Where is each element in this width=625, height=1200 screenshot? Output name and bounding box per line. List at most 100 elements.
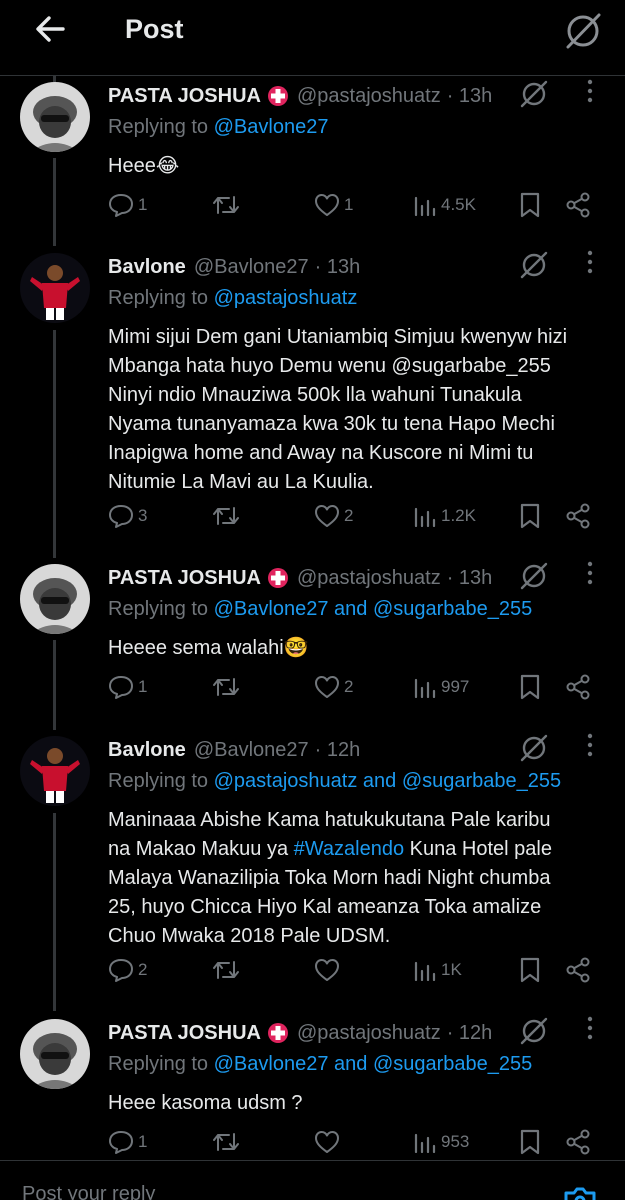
timestamp: · 12h — [314, 738, 361, 761]
like-button[interactable]: 1 — [314, 188, 353, 222]
grok-button[interactable] — [562, 10, 604, 52]
mention-link[interactable]: @sugarbabe_255 — [373, 598, 532, 620]
user-handle[interactable]: @pastajoshuatz — [297, 85, 441, 108]
replying-label: Replying to — [108, 770, 214, 792]
more-options-icon[interactable] — [585, 247, 595, 277]
reply-button[interactable]: 1 — [108, 670, 147, 704]
arrow-left-icon — [36, 16, 65, 42]
more-options-icon[interactable] — [585, 1013, 595, 1043]
avatar[interactable] — [20, 564, 90, 634]
bookmark-button[interactable] — [519, 1125, 541, 1159]
views-button[interactable]: 1K — [413, 953, 462, 987]
like-button[interactable] — [314, 1125, 344, 1159]
reply-input-placeholder[interactable]: Post your reply — [22, 1183, 155, 1200]
reply[interactable]: Bavlone @Bavlone27 · 12h Replying to @pa… — [0, 733, 625, 996]
display-name[interactable]: PASTA JOSHUA — [108, 567, 261, 590]
bookmark-icon — [520, 957, 540, 983]
views-button[interactable]: 997 — [413, 670, 469, 704]
avatar[interactable] — [20, 82, 90, 152]
more-options-icon[interactable] — [585, 558, 595, 588]
reply[interactable]: PASTA JOSHUA @pastajoshuatz · 12h Replyi… — [0, 1016, 625, 1159]
heart-icon — [315, 505, 339, 527]
repost-button[interactable] — [212, 670, 244, 704]
reply-button[interactable]: 1 — [108, 1125, 147, 1159]
reply[interactable]: Bavlone @Bavlone27 · 13h Replying to @pa… — [0, 250, 625, 543]
repost-button[interactable] — [212, 188, 244, 222]
heart-icon — [315, 194, 339, 216]
more-options-icon[interactable] — [585, 76, 595, 106]
mention-link[interactable]: @Bavlone27 — [214, 1053, 329, 1075]
grok-icon[interactable] — [518, 1015, 550, 1047]
timestamp: · 12h — [446, 1021, 493, 1044]
mention-link[interactable]: @Bavlone27 — [214, 116, 329, 138]
mention-link[interactable]: @sugarbabe_255 — [373, 1053, 532, 1075]
share-button[interactable] — [565, 1125, 591, 1159]
back-button[interactable] — [30, 12, 70, 46]
share-icon — [566, 674, 590, 700]
reply-meta: PASTA JOSHUA @pastajoshuatz · 13h — [108, 564, 492, 592]
like-button[interactable] — [314, 953, 344, 987]
reply-button[interactable]: 1 — [108, 188, 147, 222]
user-handle[interactable]: @Bavlone27 — [194, 256, 309, 279]
share-button[interactable] — [565, 499, 591, 533]
display-name[interactable]: PASTA JOSHUA — [108, 1022, 261, 1045]
share-button[interactable] — [565, 188, 591, 222]
user-handle[interactable]: @Bavlone27 — [194, 739, 309, 762]
avatar[interactable] — [20, 1019, 90, 1089]
reply[interactable]: PASTA JOSHUA @pastajoshuatz · 13h Replyi… — [0, 561, 625, 714]
avatar[interactable] — [20, 736, 90, 806]
reply-button[interactable]: 2 — [108, 953, 147, 987]
bookmark-icon — [520, 674, 540, 700]
bookmark-button[interactable] — [519, 499, 541, 533]
user-handle[interactable]: @pastajoshuatz — [297, 1022, 441, 1045]
camera-icon[interactable] — [560, 1185, 600, 1200]
bookmark-button[interactable] — [519, 188, 541, 222]
avatar[interactable] — [20, 253, 90, 323]
reply-text: Heee😂 — [108, 155, 180, 177]
header-divider — [0, 75, 625, 76]
view-count: 1K — [441, 960, 462, 979]
user-handle[interactable]: @pastajoshuatz — [297, 567, 441, 590]
reply-text: Mimi sijui Dem gani Utaniambiq Simjuu kw… — [108, 326, 568, 493]
views-button[interactable]: 953 — [413, 1125, 469, 1159]
like-count: 2 — [344, 506, 354, 525]
views-button[interactable]: 4.5K — [413, 188, 476, 222]
share-button[interactable] — [565, 953, 591, 987]
like-button[interactable]: 2 — [314, 670, 353, 704]
grok-icon[interactable] — [518, 732, 550, 764]
repost-button[interactable] — [212, 1125, 244, 1159]
mention-link[interactable]: @pastajoshuatz — [214, 287, 358, 309]
timestamp: · 13h — [314, 255, 361, 278]
reply-meta: Bavlone @Bavlone27 · 12h — [108, 736, 360, 764]
medical-badge-icon — [267, 86, 288, 106]
display-name[interactable]: PASTA JOSHUA — [108, 85, 261, 108]
view-count: 4.5K — [441, 195, 476, 214]
views-icon — [414, 961, 436, 981]
reply-composer[interactable]: Post your reply — [0, 1160, 625, 1200]
more-options-icon[interactable] — [585, 730, 595, 760]
hashtag-link[interactable]: #Wazalendo — [294, 838, 404, 860]
medical-badge-icon — [267, 1023, 288, 1043]
share-button[interactable] — [565, 670, 591, 704]
grok-icon[interactable] — [518, 249, 550, 281]
grok-icon[interactable] — [518, 78, 550, 110]
mention-link[interactable]: @sugarbabe_255 — [402, 770, 561, 792]
bookmark-button[interactable] — [519, 953, 541, 987]
grok-icon[interactable] — [518, 560, 550, 592]
reply[interactable]: PASTA JOSHUA @pastajoshuatz · 13h Replyi… — [0, 79, 625, 232]
comment-icon — [109, 194, 133, 217]
display-name[interactable]: Bavlone — [108, 739, 186, 762]
like-button[interactable]: 2 — [314, 499, 353, 533]
mention-link[interactable]: @Bavlone27 — [214, 598, 329, 620]
display-name[interactable]: Bavlone — [108, 256, 186, 279]
views-button[interactable]: 1.2K — [413, 499, 476, 533]
replying-label: Replying to — [108, 1053, 214, 1075]
reply-meta: PASTA JOSHUA @pastajoshuatz · 13h — [108, 82, 492, 110]
mention-link[interactable]: @pastajoshuatz — [214, 770, 358, 792]
repost-button[interactable] — [212, 953, 244, 987]
repost-button[interactable] — [212, 499, 244, 533]
bookmark-button[interactable] — [519, 670, 541, 704]
mention-conjunction: and — [328, 1053, 373, 1075]
heart-icon — [315, 959, 339, 981]
reply-button[interactable]: 3 — [108, 499, 147, 533]
